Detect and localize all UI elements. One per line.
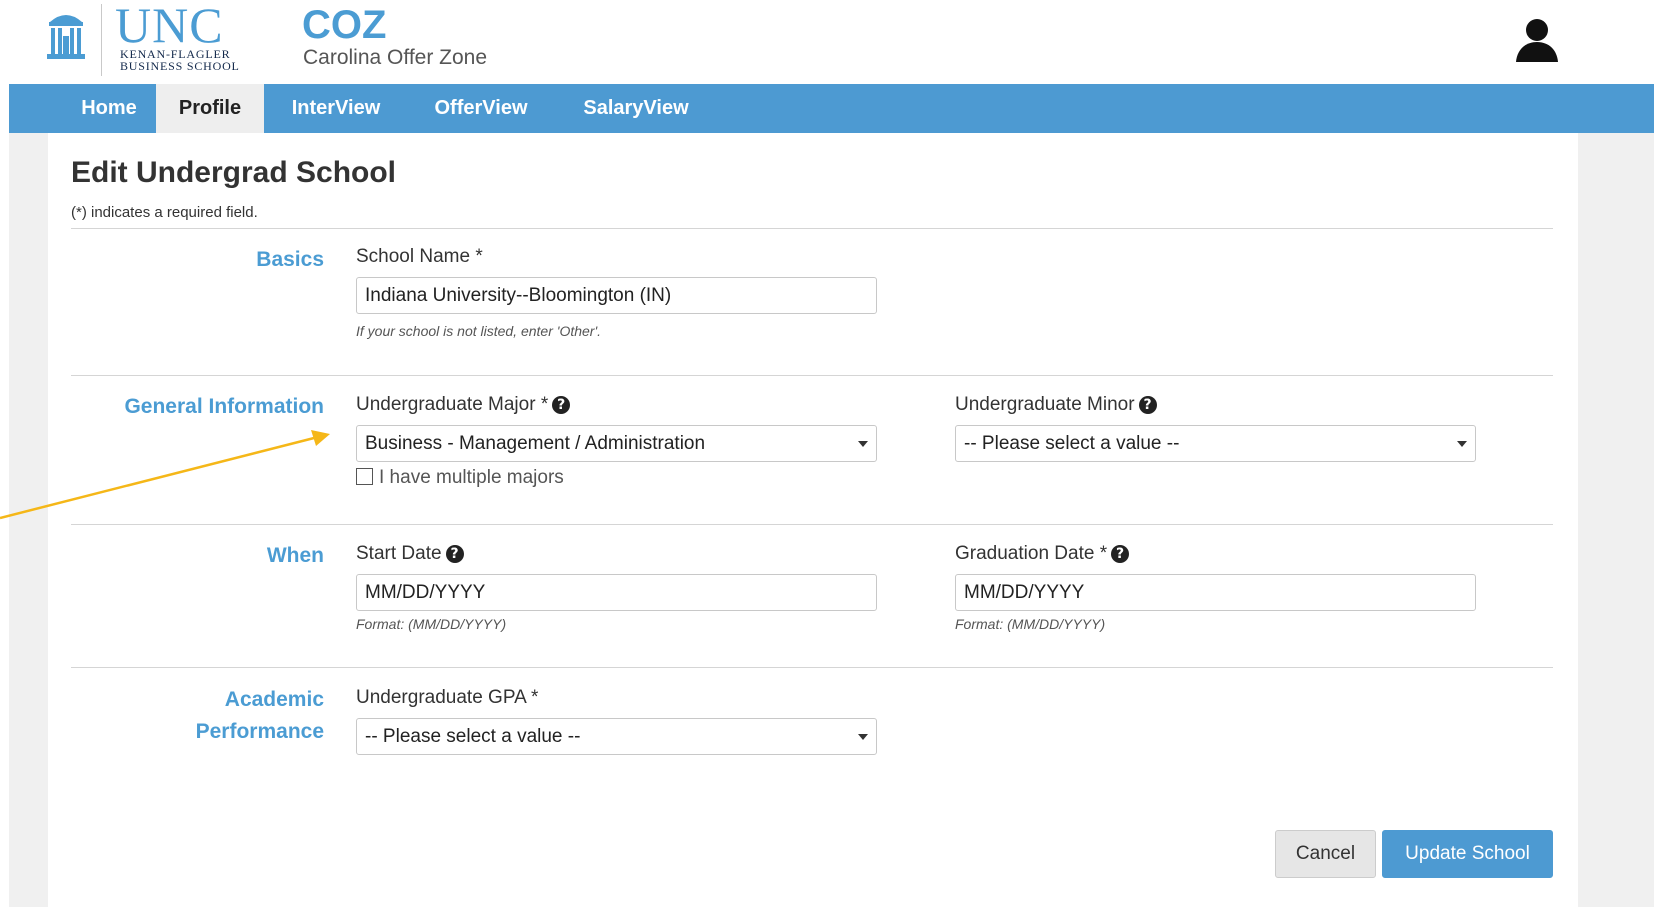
divider — [71, 375, 1553, 376]
help-icon[interactable]: ? — [1111, 545, 1130, 563]
caret-down-icon — [1457, 441, 1467, 447]
graduation-date-input[interactable] — [955, 574, 1476, 611]
section-label-academic: Academic — [224, 688, 324, 711]
logo-divider — [101, 4, 102, 76]
main-nav: Home Profile InterView OfferView SalaryV… — [9, 84, 1654, 133]
nav-salaryview[interactable]: SalaryView — [571, 84, 701, 133]
divider — [71, 667, 1553, 668]
divider — [71, 228, 1553, 229]
user-icon[interactable] — [1515, 17, 1559, 63]
start-date-hint: Format: (MM/DD/YYYY) — [356, 616, 507, 632]
start-date-input[interactable] — [356, 574, 877, 611]
section-label-general-information: General Information — [124, 395, 324, 418]
required-field-note: (*) indicates a required field. — [71, 204, 258, 221]
annotation-arrow-icon — [0, 430, 330, 520]
graduation-date-hint: Format: (MM/DD/YYYY) — [955, 616, 1106, 632]
undergraduate-minor-select[interactable]: -- Please select a value -- — [955, 425, 1476, 462]
header: UNC KENAN-FLAGLER BUSINESS SCHOOL COZ Ca… — [0, 0, 1654, 84]
undergraduate-minor-label: Undergraduate Minor? — [955, 394, 1157, 416]
caret-down-icon — [858, 734, 868, 740]
nav-profile[interactable]: Profile — [156, 84, 264, 133]
divider — [71, 524, 1553, 525]
graduation-date-label: Graduation Date *? — [955, 543, 1130, 565]
major-selected-value: Business - Management / Administration — [365, 433, 706, 454]
school-name-hint: If your school is not listed, enter 'Oth… — [356, 323, 602, 339]
section-label-when: When — [266, 544, 324, 567]
school-name-label: School Name * — [356, 246, 483, 267]
logo-business-school: BUSINESS SCHOOL — [120, 59, 240, 73]
help-icon[interactable]: ? — [1138, 396, 1157, 414]
nav-offerview[interactable]: OfferView — [421, 84, 541, 133]
caret-down-icon — [858, 441, 868, 447]
undergraduate-major-label: Undergraduate Major *? — [356, 394, 571, 416]
section-label-performance: Performance — [195, 720, 324, 743]
minor-selected-value: -- Please select a value -- — [964, 433, 1180, 454]
undergraduate-major-select[interactable]: Business - Management / Administration — [356, 425, 877, 462]
left-gutter — [9, 133, 48, 907]
app-subtitle: Carolina Offer Zone — [303, 46, 488, 69]
logo-unc-text: UNC — [115, 0, 224, 53]
multiple-majors-label[interactable]: I have multiple majors — [379, 467, 564, 489]
school-name-input[interactable] — [356, 277, 877, 314]
minor-label-text: Undergraduate Minor — [955, 394, 1135, 415]
help-icon[interactable]: ? — [552, 396, 571, 414]
undergraduate-gpa-label: Undergraduate GPA * — [356, 687, 539, 708]
graduation-date-label-text: Graduation Date * — [955, 543, 1108, 564]
undergraduate-gpa-select[interactable]: -- Please select a value -- — [356, 718, 877, 755]
help-icon[interactable]: ? — [445, 545, 464, 563]
nav-interview[interactable]: InterView — [281, 84, 391, 133]
start-date-label: Start Date? — [356, 543, 464, 565]
cancel-button[interactable]: Cancel — [1275, 830, 1376, 878]
multiple-majors-checkbox[interactable] — [356, 468, 373, 485]
gpa-selected-value: -- Please select a value -- — [365, 726, 581, 747]
section-label-basics: Basics — [256, 248, 324, 271]
major-label-text: Undergraduate Major * — [356, 394, 549, 415]
page-title: Edit Undergrad School — [71, 156, 397, 189]
old-well-logo-icon — [47, 15, 85, 59]
app-title: COZ — [302, 3, 387, 47]
update-school-button[interactable]: Update School — [1382, 830, 1553, 878]
start-date-label-text: Start Date — [356, 543, 442, 564]
nav-home[interactable]: Home — [59, 84, 159, 133]
right-gutter — [1578, 133, 1654, 907]
